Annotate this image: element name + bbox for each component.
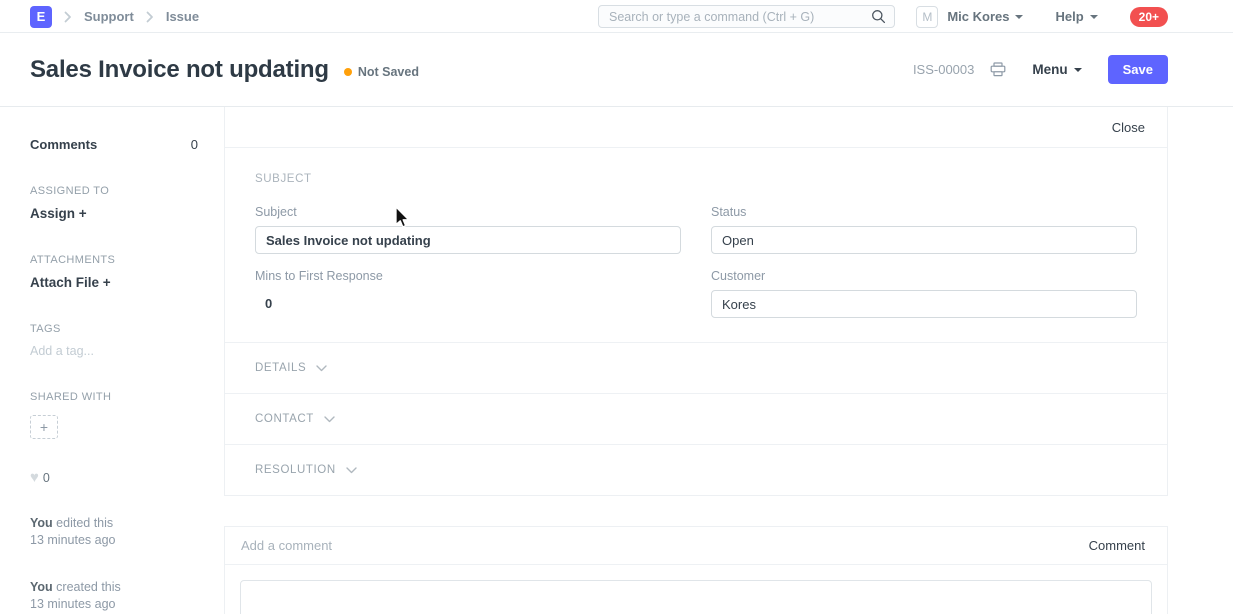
- field-subject: Subject: [255, 205, 681, 254]
- comments-count: 0: [191, 137, 198, 152]
- subject-section: SUBJECT Subject Status Mins to First Res…: [225, 148, 1167, 342]
- add-tag-input[interactable]: Add a tag...: [30, 344, 198, 358]
- navbar: E Support Issue M Mic Kores Help: [0, 0, 1233, 33]
- like-count: 0: [43, 471, 50, 485]
- details-label: DETAILS: [255, 362, 306, 374]
- app-logo[interactable]: E: [30, 6, 52, 28]
- comment-input-area: [225, 565, 1167, 614]
- tags-heading: TAGS: [30, 323, 198, 335]
- comment-header: Add a comment Comment: [225, 527, 1167, 565]
- attachments-heading: ATTACHMENTS: [30, 254, 198, 266]
- print-icon[interactable]: [990, 62, 1006, 77]
- breadcrumb-doctype[interactable]: Issue: [166, 9, 199, 24]
- chevron-down-icon: [346, 467, 357, 474]
- timeline-actor: You: [30, 580, 53, 594]
- customer-input[interactable]: [711, 290, 1137, 318]
- user-menu[interactable]: Mic Kores: [947, 9, 1023, 24]
- status-indicator-label: Not Saved: [358, 65, 419, 79]
- status-input[interactable]: [711, 226, 1137, 254]
- subject-input[interactable]: [255, 226, 681, 254]
- page-actions: ISS-00003 Menu Save: [913, 55, 1168, 84]
- save-button[interactable]: Save: [1108, 55, 1168, 84]
- shared-with-heading: SHARED WITH: [30, 391, 198, 403]
- section-heading-subject: SUBJECT: [255, 173, 1137, 185]
- field-mins-to-first-response: Mins to First Response 0: [255, 269, 681, 318]
- menu-label: Menu: [1032, 62, 1067, 77]
- form-toolbar: Close: [225, 107, 1167, 148]
- not-saved-dot-icon: [344, 68, 352, 76]
- chevron-down-icon: [1074, 68, 1082, 72]
- chevron-down-icon: [324, 416, 335, 423]
- avatar[interactable]: M: [916, 6, 938, 28]
- customer-label: Customer: [711, 269, 1137, 283]
- timeline-action: edited this: [53, 516, 113, 530]
- status-label: Status: [711, 205, 1137, 219]
- breadcrumb: E Support Issue: [30, 0, 199, 33]
- timeline-when: 13 minutes ago: [30, 596, 198, 613]
- mins-to-first-response-value: 0: [255, 290, 681, 311]
- section-resolution[interactable]: RESOLUTION: [225, 444, 1167, 495]
- timeline-entry: You created this 13 minutes ago: [30, 579, 198, 613]
- field-customer: Customer: [711, 269, 1137, 318]
- issue-page: E Support Issue M Mic Kores Help: [0, 0, 1233, 614]
- notifications-badge[interactable]: 20+: [1130, 7, 1168, 27]
- add-comment-label[interactable]: Add a comment: [241, 538, 332, 553]
- chevron-down-icon: [1015, 15, 1023, 19]
- sidebar-item-comments[interactable]: Comments 0: [30, 137, 198, 152]
- timeline-when: 13 minutes ago: [30, 532, 198, 549]
- form-content: Close SUBJECT Subject Status: [224, 107, 1168, 613]
- form-sidebar: Comments 0 ASSIGNED TO Assign + ATTACHME…: [0, 107, 224, 613]
- attach-file-button[interactable]: Attach File +: [30, 275, 198, 290]
- assigned-to-heading: ASSIGNED TO: [30, 185, 198, 197]
- contact-label: CONTACT: [255, 413, 314, 425]
- help-menu[interactable]: Help: [1055, 9, 1097, 24]
- timeline-action: created this: [53, 580, 121, 594]
- subject-label: Subject: [255, 205, 681, 219]
- like-control[interactable]: ♥ 0: [30, 470, 198, 485]
- chevron-down-icon: [1090, 15, 1098, 19]
- heart-icon: ♥: [30, 470, 39, 485]
- share-add-button[interactable]: +: [30, 415, 58, 439]
- breadcrumb-module[interactable]: Support: [84, 9, 134, 24]
- comment-card: Add a comment Comment: [224, 526, 1168, 614]
- assign-button[interactable]: Assign +: [30, 206, 198, 221]
- comments-label: Comments: [30, 137, 97, 152]
- page-title: Sales Invoice not updating: [30, 56, 329, 84]
- search-input[interactable]: [599, 10, 871, 24]
- comment-textarea[interactable]: [240, 580, 1152, 614]
- comment-button[interactable]: Comment: [1089, 538, 1145, 553]
- help-label: Help: [1055, 9, 1083, 24]
- menu-button[interactable]: Menu: [1032, 62, 1081, 77]
- main-area: Comments 0 ASSIGNED TO Assign + ATTACHME…: [0, 107, 1233, 613]
- timeline-actor: You: [30, 516, 53, 530]
- close-button[interactable]: Close: [1112, 120, 1145, 135]
- chevron-right-icon: [64, 11, 72, 23]
- doc-id: ISS-00003: [913, 62, 974, 77]
- user-name: Mic Kores: [947, 9, 1009, 24]
- timeline-entry: You edited this 13 minutes ago: [30, 515, 198, 549]
- global-search: [598, 5, 895, 28]
- search-icon[interactable]: [871, 9, 886, 24]
- form-card: Close SUBJECT Subject Status: [224, 107, 1168, 496]
- mins-to-first-response-label: Mins to First Response: [255, 269, 681, 283]
- chevron-down-icon: [316, 365, 327, 372]
- page-head: Sales Invoice not updating Not Saved ISS…: [0, 33, 1233, 107]
- navbar-right: M Mic Kores Help 20+: [916, 0, 1168, 33]
- field-status: Status: [711, 205, 1137, 254]
- section-contact[interactable]: CONTACT: [225, 393, 1167, 444]
- section-details[interactable]: DETAILS: [225, 342, 1167, 393]
- resolution-label: RESOLUTION: [255, 464, 336, 476]
- chevron-right-icon: [146, 11, 154, 23]
- status-indicator: Not Saved: [344, 65, 419, 79]
